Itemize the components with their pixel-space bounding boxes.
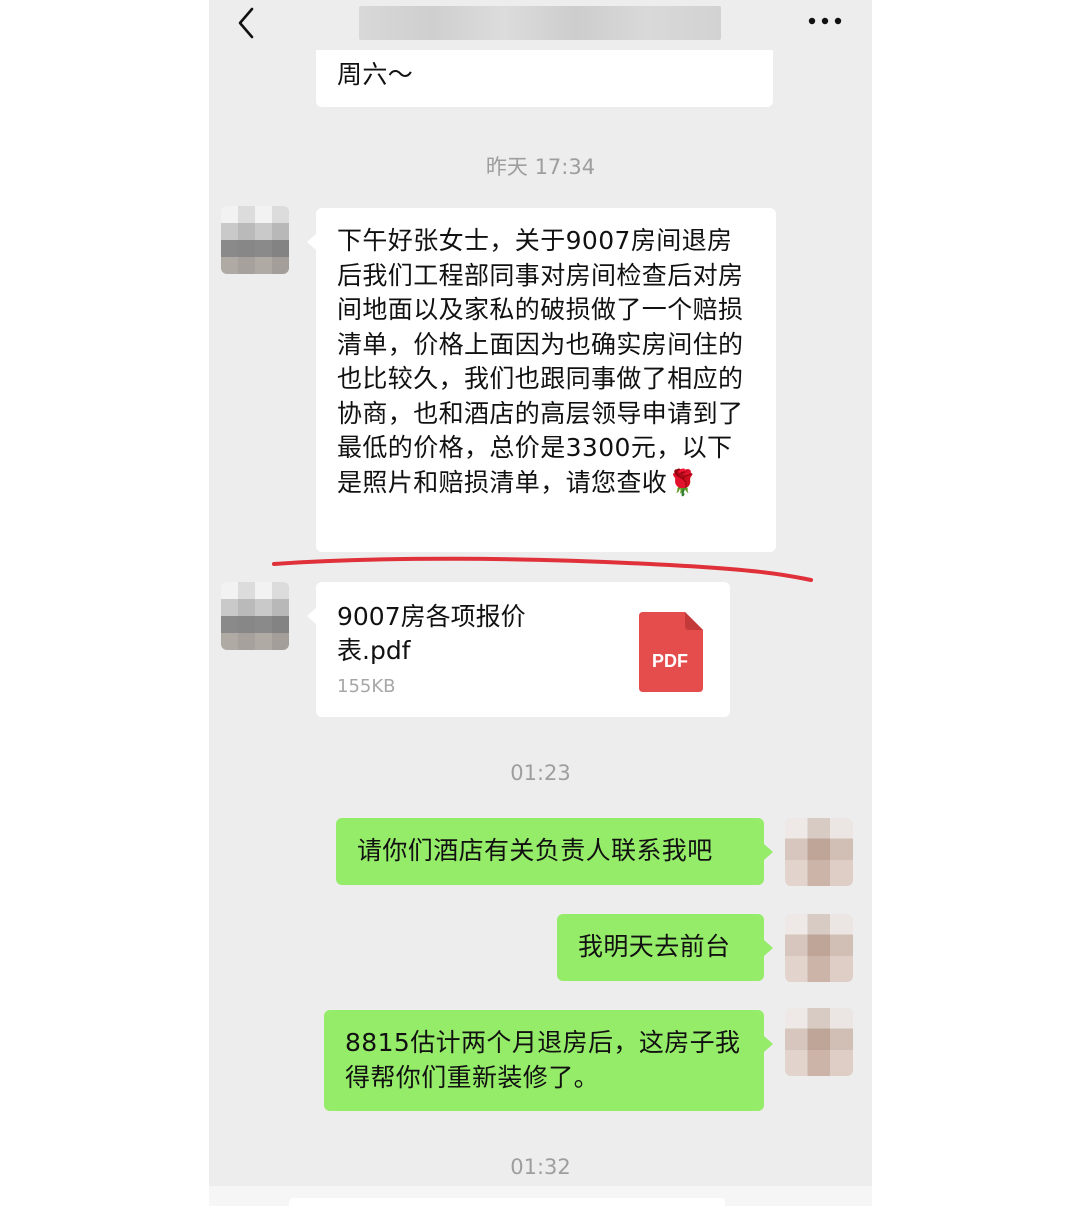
message-text: 下午好张女士，关于9007房间退房后我们工程部同事对房间检查后对房间地面以及家私… <box>337 226 744 497</box>
input-bar <box>209 1186 872 1206</box>
chat-screen: 周六～ 昨天 17:34 下午好张女士，关于9007房间退房后我们工程部同事对房… <box>209 0 872 1206</box>
timestamp: 昨天 17:34 <box>485 155 596 179</box>
chevron-left-icon[interactable] <box>231 6 261 40</box>
file-message-bubble[interactable]: 9007房各项报价表.pdf 155KB PDF <box>307 582 730 717</box>
message-bubble-outgoing[interactable]: 我明天去前台 <box>557 914 773 981</box>
chat-header <box>209 0 872 50</box>
chat-title <box>359 6 721 40</box>
message-text: 我明天去前台 <box>578 932 731 961</box>
self-avatar[interactable] <box>785 1008 853 1076</box>
contact-avatar[interactable] <box>221 206 289 274</box>
message-input[interactable] <box>289 1198 725 1206</box>
message-bubble-outgoing[interactable]: 请你们酒店有关负责人联系我吧 <box>336 818 773 885</box>
pdf-icon-label: PDF <box>652 651 688 671</box>
contact-avatar[interactable] <box>221 582 289 650</box>
more-dots-icon[interactable] <box>806 8 846 34</box>
message-bubble-incoming[interactable]: 下午好张女士，关于9007房间退房后我们工程部同事对房间检查后对房间地面以及家私… <box>307 208 776 552</box>
self-avatar[interactable] <box>785 818 853 886</box>
pdf-file-icon: PDF <box>639 612 703 692</box>
message-text: 请你们酒店有关负责人联系我吧 <box>357 836 713 865</box>
timestamp: 01:23 <box>510 761 571 785</box>
message-text: 8815估计两个月退房后，这房子我得帮你们重新装修了。 <box>345 1028 741 1092</box>
timestamp: 01:32 <box>510 1155 571 1179</box>
message-bubble-outgoing[interactable]: 8815估计两个月退房后，这房子我得帮你们重新装修了。 <box>324 1010 773 1111</box>
self-avatar[interactable] <box>785 914 853 982</box>
annotation-underline <box>272 556 813 582</box>
message-text: 周六～ <box>337 60 414 89</box>
file-name: 9007房各项报价表.pdf <box>337 602 526 665</box>
file-size: 155KB <box>337 676 396 697</box>
